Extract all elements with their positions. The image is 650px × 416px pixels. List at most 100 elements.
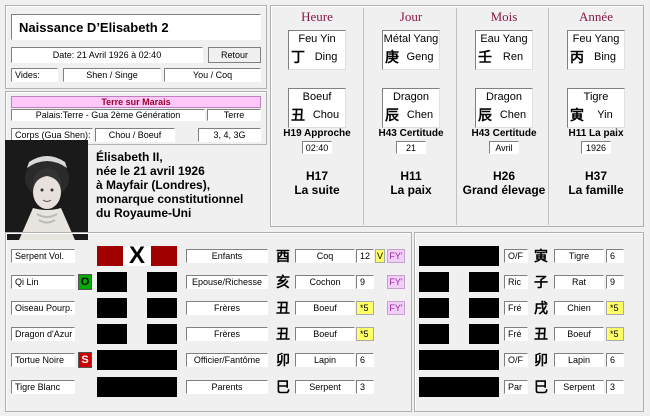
row-number: 6 — [356, 353, 374, 367]
relation-label: Enfants — [186, 249, 268, 263]
pillar-hexagram-b: H26 — [492, 169, 515, 183]
branch-char: 丑 — [534, 327, 548, 343]
row-fy-flag: FY' — [387, 249, 405, 263]
branch-char: 巳 — [534, 380, 548, 396]
branch-pinyin: Chen — [406, 109, 434, 121]
stem-name: Métal Yang — [383, 33, 439, 45]
branch-pinyin: Yin — [597, 109, 613, 121]
branch-char: 卯 — [276, 353, 290, 369]
branch-name: Dragon — [392, 91, 430, 103]
branch-char: 丑 — [276, 327, 290, 343]
branch-label: Boeuf — [295, 301, 355, 315]
left-row-yang-line — [97, 377, 177, 397]
pillar-value: 1926 — [581, 141, 611, 154]
stem-pinyin: Ren — [502, 51, 524, 63]
relation-short: Fré — [504, 301, 528, 315]
pillar-hexagram-b-name: La paix — [390, 183, 432, 197]
right-row-yin-left — [419, 298, 449, 318]
relation-label: Frères — [186, 301, 268, 315]
pillar-hexagram-b-name: La suite — [294, 183, 340, 197]
row-mark: *5 — [356, 327, 374, 341]
row-badge: O — [78, 274, 92, 290]
animal-label: Oiseau Pourp. — [11, 301, 75, 315]
pillar-hexagram-b: H11 — [400, 169, 422, 183]
vides-label: Vides: — [11, 68, 58, 82]
left-row-yin-right — [147, 324, 177, 344]
stem-char: 壬 — [478, 50, 492, 66]
row-number: 9 — [606, 275, 624, 289]
pillar-title: Mois — [490, 9, 518, 24]
branch-char: 寅 — [534, 249, 548, 265]
stem-char: 庚 — [385, 50, 399, 66]
relation-short: O/F — [504, 353, 528, 367]
row-v-flag: V — [375, 249, 385, 263]
stem-name: Eau Yang — [480, 33, 528, 45]
relation-short: Par — [504, 380, 528, 394]
left-row-yin-right — [147, 298, 177, 318]
animal-label: Tigre Blanc — [11, 380, 75, 394]
branch-label: Serpent — [554, 380, 604, 394]
relation-short: Fré — [504, 327, 528, 341]
branch-label: Tigre — [554, 249, 604, 263]
right-row-yin-right — [469, 324, 499, 344]
relation-label: Frères — [186, 327, 268, 341]
retour-button[interactable]: Retour — [208, 47, 261, 63]
pillar-hexagram-b-name: La famille — [568, 183, 624, 197]
stem-pinyin: Ding — [314, 51, 338, 63]
branch-label: Serpent — [295, 380, 355, 394]
relation-label: Parents — [186, 380, 268, 394]
left-row-yin-left — [97, 272, 127, 292]
row-fy-flag: FY' — [387, 301, 405, 315]
branch-label: Boeuf — [554, 327, 604, 341]
row-fy-flag: FY' — [387, 275, 405, 289]
bio-text: Élisabeth II, née le 21 avril 1926 à May… — [96, 150, 244, 220]
branch-char: 寅 — [570, 108, 584, 124]
pillar-title: Jour — [399, 9, 423, 24]
branch-char: 亥 — [276, 275, 290, 291]
corps-nums: 3, 4, 3G — [198, 128, 261, 142]
portrait-photo — [5, 140, 88, 240]
branch-char: 巳 — [276, 380, 290, 396]
row-mark: *5 — [606, 301, 624, 315]
left-row-yin-left — [97, 298, 127, 318]
stem-name: Feu Yin — [298, 33, 336, 45]
pillar-value: 02:40 — [302, 141, 332, 154]
row-number: 6 — [606, 249, 624, 263]
moving-line-mark: X — [128, 242, 145, 269]
branch-label: Chien — [554, 301, 604, 315]
branch-label: Lapin — [295, 353, 355, 367]
stem-char: 丙 — [570, 50, 584, 66]
right-row-yin-left — [419, 324, 449, 344]
right-row-yang-line — [419, 350, 499, 370]
row-number: 3 — [606, 380, 624, 394]
left-row-yin-left — [97, 324, 127, 344]
pillar-hexagram-a: H43 Certitude — [378, 127, 444, 139]
stem-pinyin: Geng — [406, 51, 434, 63]
row-mark: *5 — [606, 327, 624, 341]
animal-label: Tortue Noire — [11, 353, 75, 367]
relation-short: O/F — [504, 249, 528, 263]
pillar-value: 21 — [396, 141, 426, 154]
branch-name: Dragon — [485, 91, 523, 103]
chart-title: Naissance D’Elisabeth 2 — [11, 14, 261, 40]
pillar-title: Heure — [301, 9, 333, 24]
row-mark: *5 — [356, 301, 374, 315]
branch-name: Boeuf — [302, 91, 332, 103]
branch-label: Boeuf — [295, 327, 355, 341]
corps-value: Chou / Boeuf — [95, 128, 175, 142]
row-number: 6 — [606, 353, 624, 367]
stem-name: Feu Yang — [572, 33, 620, 45]
branch-label: Lapin — [554, 353, 604, 367]
pillar-value: Avril — [489, 141, 519, 154]
branch-char: 辰 — [478, 108, 492, 124]
row-number: 12 — [356, 249, 374, 263]
left-row-yang-line — [97, 350, 177, 370]
branch-char: 丑 — [291, 108, 305, 124]
branch-label: Cochon — [295, 275, 355, 289]
branch-char: 卯 — [534, 353, 548, 369]
palais-label: Palais:Terre - Gua 2ème Génération — [11, 109, 205, 121]
gua-name: Terre sur Marais — [11, 96, 261, 108]
stem-pinyin: Bing — [593, 51, 617, 63]
branch-char: 戌 — [534, 301, 548, 317]
palais-value: Terre — [207, 109, 261, 121]
